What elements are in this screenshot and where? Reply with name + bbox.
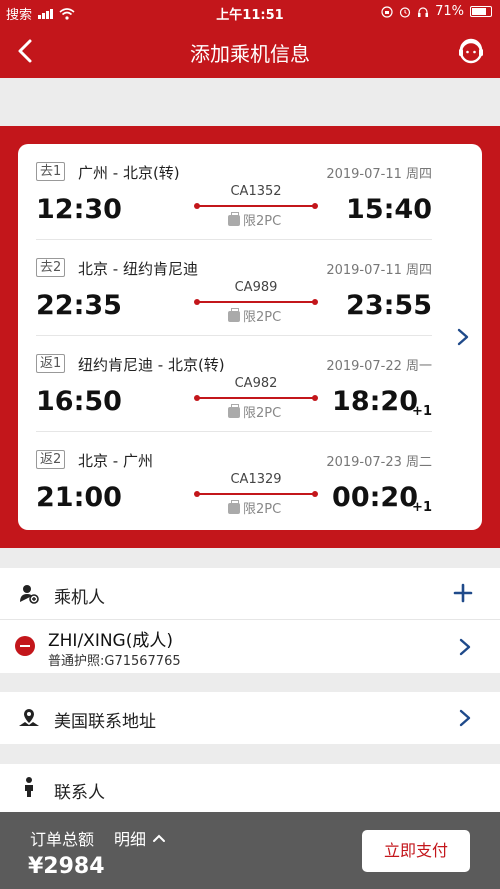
flight-line (194, 203, 318, 209)
arrival-time: 18:20 (332, 386, 418, 417)
baggage-allowance: 限2PC (228, 402, 281, 421)
chevron-right-icon[interactable] (456, 328, 470, 346)
segment-date: 2019-07-22 周一 (326, 359, 432, 374)
arrival-time: 15:40 (346, 194, 432, 225)
itinerary-card[interactable]: 去1 广州 - 北京(转) 2019-07-11 周四 12:30 CA1352… (18, 144, 482, 530)
passenger-document: 普通护照:G71567765 (48, 654, 181, 669)
chevron-right-icon[interactable] (458, 638, 472, 656)
segment-route: 广州 - 北京(转) (78, 164, 180, 182)
baggage-text: 限2PC (243, 406, 282, 421)
baggage-allowance: 限2PC (228, 498, 281, 517)
battery-icon (470, 6, 492, 17)
departure-time: 16:50 (36, 386, 122, 417)
section-divider (0, 619, 500, 620)
passenger-name[interactable]: ZHI/XING(成人) (48, 626, 173, 651)
segment-tag: 去2 (36, 258, 66, 277)
status-bar: 搜索 上午11:51 71% (0, 0, 500, 24)
baggage-allowance: 限2PC (228, 210, 281, 229)
departure-time: 12:30 (36, 194, 122, 225)
order-footer: 订单总额 明细 ¥2984 立即支付 (0, 812, 500, 889)
detail-toggle[interactable]: 明细 (114, 826, 166, 850)
contact-row[interactable]: 联系人 (0, 764, 500, 812)
order-total-amount: ¥2984 (28, 854, 105, 879)
segment-tag: 返2 (36, 450, 66, 469)
baggage-icon (228, 404, 240, 418)
next-day-badge: +1 (412, 500, 432, 515)
segment-tag: 去1 (36, 162, 66, 181)
battery-percent: 71% (435, 4, 464, 19)
departure-time: 22:35 (36, 290, 122, 321)
baggage-text: 限2PC (243, 502, 282, 517)
flight-line (194, 491, 318, 497)
segment-route: 纽约肯尼迪 - 北京(转) (78, 356, 225, 374)
segment-tag: 返1 (36, 354, 66, 373)
arrival-time: 00:20 (332, 482, 418, 513)
segment-date: 2019-07-11 周四 (326, 263, 432, 278)
departure-time: 21:00 (36, 482, 122, 513)
flight-number: CA1352 (230, 184, 282, 199)
passengers-title: 乘机人 (54, 588, 105, 608)
flight-segment: 返1 纽约肯尼迪 - 北京(转) 2019-07-22 周一 16:50 CA9… (36, 336, 432, 432)
lock-rotation-icon (381, 5, 393, 18)
flight-number: CA1329 (230, 472, 282, 487)
baggage-icon (228, 212, 240, 226)
flight-segment: 返2 北京 - 广州 2019-07-23 周二 21:00 CA1329 限2… (36, 432, 432, 528)
map-icon (19, 709, 39, 726)
headphones-icon (418, 6, 429, 17)
baggage-text: 限2PC (243, 214, 282, 229)
page-title: 添加乘机信息 (190, 42, 310, 66)
top-spacer (0, 78, 500, 126)
flight-segment: 去1 广州 - 北京(转) 2019-07-11 周四 12:30 CA1352… (36, 144, 432, 240)
segment-date: 2019-07-23 周二 (326, 455, 432, 470)
customer-service-icon[interactable] (456, 36, 486, 66)
segment-date: 2019-07-11 周四 (326, 167, 432, 182)
flight-line (194, 395, 318, 401)
segment-route: 北京 - 纽约肯尼迪 (78, 260, 198, 278)
segment-route: 北京 - 广州 (78, 452, 153, 470)
remove-passenger-icon[interactable] (15, 636, 35, 656)
order-total-label: 订单总额 (30, 830, 95, 849)
us-address-title: 美国联系地址 (54, 712, 156, 732)
chevron-up-icon (153, 834, 166, 842)
pay-now-button[interactable]: 立即支付 (362, 830, 470, 872)
contact-person-icon (25, 777, 33, 797)
baggage-allowance: 限2PC (228, 306, 281, 325)
flight-line (194, 299, 318, 305)
status-right: 71% (381, 4, 492, 19)
detail-label: 明细 (114, 830, 147, 849)
alarm-icon (399, 6, 411, 18)
chevron-right-icon[interactable] (458, 709, 472, 727)
flight-segment: 去2 北京 - 纽约肯尼迪 2019-07-11 周四 22:35 CA989 … (36, 240, 432, 336)
flight-number: CA982 (234, 376, 278, 391)
arrival-time: 23:55 (346, 290, 432, 321)
next-day-badge: +1 (412, 404, 432, 419)
nav-bar: 添加乘机信息 (0, 24, 500, 78)
add-passenger-icon[interactable] (452, 582, 474, 604)
baggage-text: 限2PC (243, 310, 282, 325)
contact-title: 联系人 (54, 783, 105, 803)
us-address-row[interactable]: 美国联系地址 (0, 692, 500, 744)
baggage-icon (228, 500, 240, 514)
flight-number: CA989 (234, 280, 278, 295)
passenger-icon (20, 585, 39, 604)
baggage-icon (228, 308, 240, 322)
